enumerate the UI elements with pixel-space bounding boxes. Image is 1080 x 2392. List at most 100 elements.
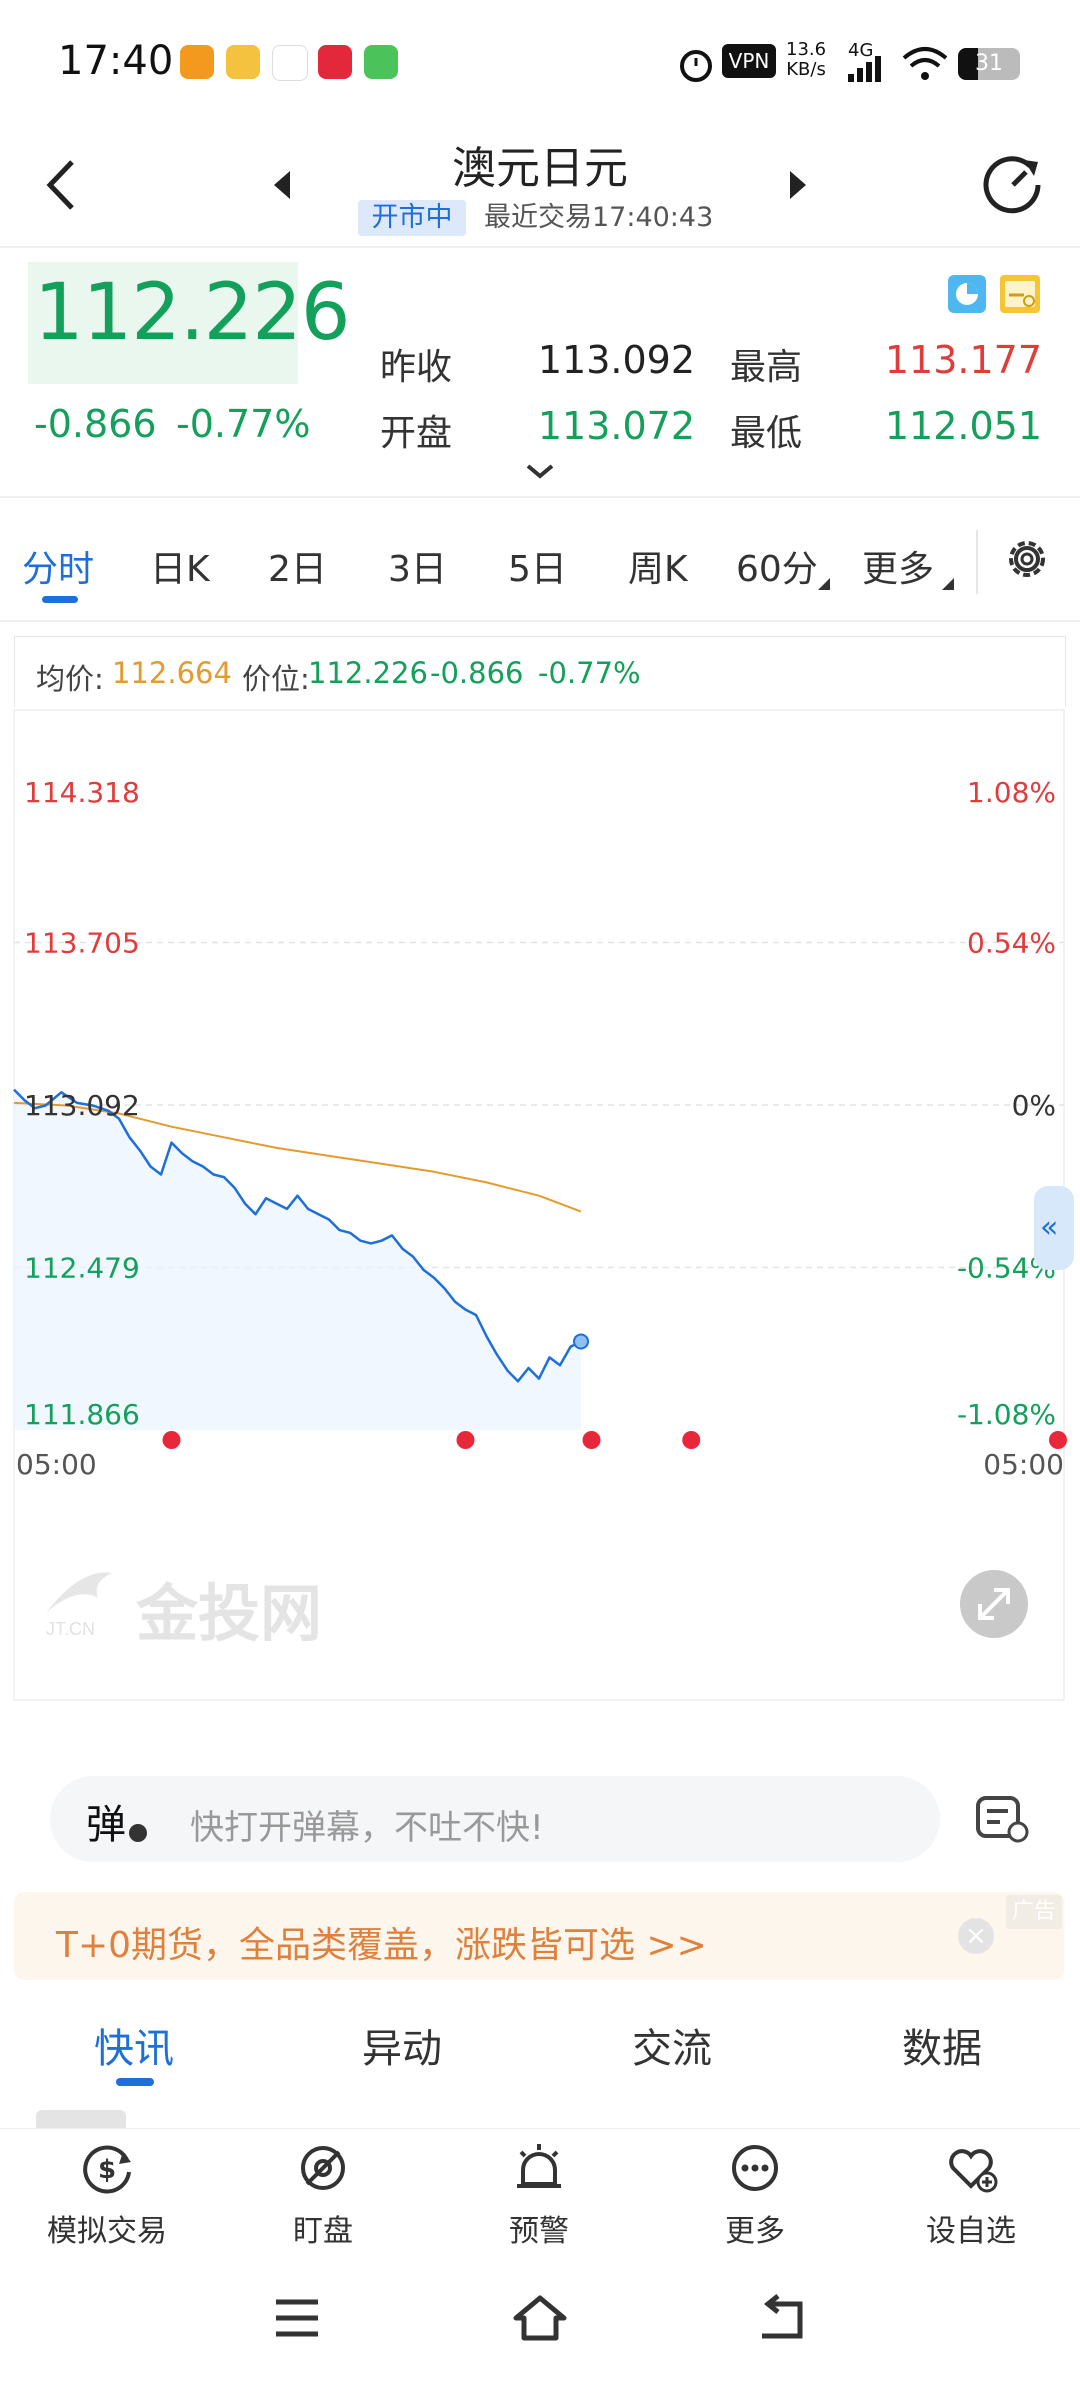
back-nav-icon[interactable] bbox=[756, 2294, 806, 2344]
game-notification-icon bbox=[364, 45, 398, 79]
y-percent-label: -1.08% bbox=[957, 1398, 1056, 1431]
signal-icon bbox=[848, 56, 881, 82]
pie-chart-icon[interactable] bbox=[948, 275, 986, 313]
toolbar-label-watch[interactable]: 盯盘 bbox=[243, 2206, 403, 2250]
double-chevron-left-icon: « bbox=[1040, 1210, 1058, 1245]
tab-5-day[interactable]: 5日 bbox=[508, 540, 567, 592]
open-value: 113.072 bbox=[537, 404, 695, 448]
tab-60-min[interactable]: 60分 bbox=[736, 540, 818, 592]
vip-icon[interactable] bbox=[1000, 275, 1040, 313]
tab-discussion[interactable]: 交流 bbox=[632, 2016, 712, 2074]
ad-close-button[interactable]: × bbox=[958, 1918, 994, 1954]
dollar-exchange-icon[interactable]: $ bbox=[79, 2140, 135, 2196]
app-notification-icon bbox=[180, 45, 214, 79]
event-marker[interactable] bbox=[682, 1431, 701, 1449]
vpn-icon: VPN bbox=[722, 44, 776, 78]
settings-gear-icon[interactable] bbox=[1000, 532, 1054, 586]
battery-level: 31 bbox=[975, 51, 1003, 76]
ad-badge: 广告 bbox=[1006, 1895, 1062, 1929]
danmaku-toggle-icon[interactable]: 弹 bbox=[86, 1792, 157, 1850]
y-percent-label: 0% bbox=[1012, 1089, 1056, 1122]
ad-text[interactable]: T+0期货，全品类覆盖，涨跌皆可选 >> bbox=[56, 1916, 707, 1968]
divider bbox=[0, 246, 1080, 248]
tab-data[interactable]: 数据 bbox=[902, 2016, 982, 2074]
current-price: 112.226 bbox=[34, 268, 351, 358]
page-title: 澳元日元 bbox=[452, 143, 628, 194]
danmaku-input[interactable]: 快打开弹幕，不吐不快! bbox=[190, 1800, 544, 1849]
low-label: 最低 bbox=[730, 413, 803, 454]
tab-intraday[interactable]: 分时 bbox=[22, 540, 94, 592]
cursor-price-value: 112.226 bbox=[308, 656, 428, 690]
weibo-notification-icon bbox=[226, 45, 260, 79]
current-price-point bbox=[573, 1333, 589, 1350]
avg-price-value: 112.664 bbox=[112, 656, 232, 690]
event-marker[interactable] bbox=[456, 1431, 475, 1449]
toolbar-label-more[interactable]: 更多 bbox=[675, 2206, 835, 2250]
intraday-chart[interactable]: JT.CN 金投网 114.318 1.08% 113.705 0.54% 113.09… bbox=[0, 700, 1080, 1750]
menu-icon[interactable] bbox=[272, 2296, 322, 2340]
tab-weekly-k[interactable]: 周K bbox=[628, 540, 688, 592]
market-status-badge: 开市中 bbox=[358, 200, 466, 236]
toolbar-label-simulated-trading[interactable]: 模拟交易 bbox=[27, 2206, 187, 2250]
toolbar-label-alert[interactable]: 预警 bbox=[459, 2206, 619, 2250]
divider bbox=[0, 620, 1080, 622]
divider bbox=[0, 496, 1080, 498]
y-tick-label: 111.866 bbox=[24, 1398, 140, 1431]
side-panel-toggle[interactable]: « bbox=[1034, 1186, 1074, 1270]
high-value: 113.177 bbox=[884, 338, 1042, 382]
tab-indicator bbox=[42, 596, 78, 603]
tab-daily-k[interactable]: 日K bbox=[150, 540, 210, 592]
close-icon: × bbox=[965, 1921, 987, 1951]
previous-symbol-icon[interactable] bbox=[268, 165, 298, 205]
net-speed: 13.6 KB/s bbox=[786, 40, 826, 80]
open-label: 开盘 bbox=[380, 413, 453, 454]
prev-close-label: 昨收 bbox=[380, 347, 453, 388]
danmaku-settings-icon[interactable] bbox=[974, 1792, 1032, 1846]
watermark-small-text: JT.CN bbox=[46, 1619, 95, 1639]
dropdown-corner-icon bbox=[942, 578, 954, 590]
net-speed-value: 13.6 bbox=[786, 39, 827, 60]
x-tick-label: 05:00 bbox=[983, 1448, 1064, 1481]
wifi-icon bbox=[902, 47, 948, 80]
alarm-bell-icon[interactable] bbox=[511, 2140, 567, 2196]
watermark-logo: JT.CN 金投网 bbox=[46, 1572, 322, 1650]
event-marker[interactable] bbox=[582, 1431, 601, 1449]
refresh-icon[interactable] bbox=[978, 150, 1048, 220]
alarm-icon bbox=[680, 50, 712, 82]
y-tick-label: 113.705 bbox=[24, 927, 140, 960]
dropdown-corner-icon bbox=[818, 578, 830, 590]
toolbar-label-add-watchlist[interactable]: 设自选 bbox=[891, 2206, 1051, 2250]
heart-add-icon[interactable] bbox=[943, 2140, 999, 2196]
tab-more[interactable]: 更多 bbox=[862, 540, 934, 592]
home-icon[interactable] bbox=[510, 2292, 570, 2344]
price-change: -0.866 bbox=[34, 402, 157, 446]
svg-text:$: $ bbox=[98, 2155, 116, 2185]
eye-off-icon[interactable] bbox=[295, 2140, 351, 2196]
y-tick-label: 114.318 bbox=[24, 776, 140, 809]
low-value: 112.051 bbox=[884, 404, 1042, 448]
prev-close-value: 113.092 bbox=[537, 338, 695, 382]
tab-2-day[interactable]: 2日 bbox=[268, 540, 327, 592]
event-marker[interactable] bbox=[162, 1431, 181, 1449]
more-dots-icon[interactable] bbox=[727, 2140, 783, 2196]
net-speed-unit: KB/s bbox=[786, 59, 826, 80]
avg-price-label: 均价: bbox=[36, 662, 104, 696]
event-marker[interactable] bbox=[1049, 1431, 1067, 1449]
divider bbox=[976, 530, 978, 594]
expand-chevron-icon[interactable] bbox=[522, 460, 558, 484]
redbook-notification-icon bbox=[318, 45, 352, 79]
tab-flash-news[interactable]: 快讯 bbox=[94, 2016, 174, 2074]
status-bar: 17:40 VPN 13.6 KB/s 4G 31 bbox=[0, 0, 1080, 125]
cursor-price-change: -0.866 bbox=[430, 656, 524, 690]
next-symbol-icon[interactable] bbox=[782, 165, 812, 205]
fullscreen-button[interactable] bbox=[960, 1570, 1028, 1638]
cursor-price-label: 价位: bbox=[242, 662, 310, 696]
tab-movements[interactable]: 异动 bbox=[362, 2016, 442, 2074]
y-tick-label: 112.479 bbox=[24, 1252, 140, 1285]
y-percent-label: 0.54% bbox=[967, 927, 1056, 960]
high-label: 最高 bbox=[730, 347, 803, 388]
mail-notification-icon bbox=[272, 45, 308, 81]
minus-badge-icon bbox=[128, 1824, 147, 1842]
tab-3-day[interactable]: 3日 bbox=[388, 540, 447, 592]
back-icon[interactable] bbox=[40, 150, 90, 220]
